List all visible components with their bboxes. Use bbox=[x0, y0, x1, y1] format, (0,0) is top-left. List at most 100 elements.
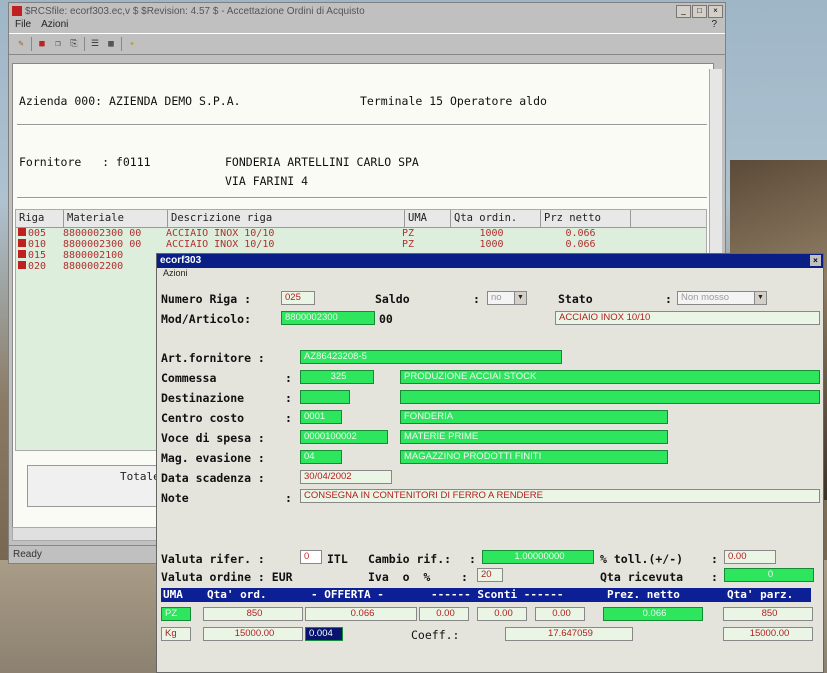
commessa-label: Commessa bbox=[161, 371, 217, 385]
row1-sconto1-field[interactable]: 0.00 bbox=[419, 607, 469, 621]
header-prez-netto: Prez. netto bbox=[607, 588, 680, 601]
grid-header: Riga Materiale Descrizione riga UMA Qta … bbox=[16, 210, 706, 228]
chevron-down-icon[interactable]: ▼ bbox=[754, 292, 766, 304]
row1-offerta-field[interactable]: 0.066 bbox=[305, 607, 417, 621]
commessa-code-field[interactable]: 325 bbox=[300, 370, 374, 384]
table-row[interactable]: 010 8800002300 00 ACCIAIO INOX 10/10 PZ 1000… bbox=[16, 239, 706, 250]
toolbar: ✎ ■ ❐ ⎘ ☰ ▦ ✦ bbox=[9, 33, 725, 55]
table-cell-text: 0.066 bbox=[565, 228, 596, 239]
cambio-rif-field[interactable]: 1.00000000 bbox=[482, 550, 594, 564]
row1-prez-netto-field[interactable]: 0.066 bbox=[603, 607, 703, 621]
voce-spesa-label: Voce di spesa : bbox=[161, 431, 265, 445]
table-cell-materiale: 8800002200 bbox=[63, 261, 166, 272]
app-icon bbox=[12, 6, 22, 16]
window-controls: _ □ × bbox=[676, 5, 723, 18]
totale-label: Totale bbox=[120, 470, 160, 483]
note-label: Note bbox=[161, 491, 189, 505]
row2-qta-parz-field[interactable]: 15000.00 bbox=[723, 627, 813, 641]
menu-file[interactable]: File bbox=[15, 19, 31, 33]
row1-qta-ord-field[interactable]: 850 bbox=[203, 607, 303, 621]
mod-articolo-field[interactable]: 8800002300 bbox=[281, 311, 375, 325]
dialog-titlebar[interactable]: ecorf303 × bbox=[157, 254, 823, 268]
paste-icon[interactable]: ⎘ bbox=[68, 38, 80, 50]
toolbar-separator bbox=[121, 37, 122, 51]
stato-select[interactable]: Non mosso ▼ bbox=[677, 291, 767, 305]
grid-icon[interactable]: ▦ bbox=[105, 38, 117, 50]
iva-field[interactable]: 20 bbox=[477, 568, 503, 582]
table-cell-riga: 005 bbox=[16, 228, 63, 239]
voce-spesa-description: MATERIE PRIME bbox=[400, 430, 668, 444]
stop-icon[interactable]: ■ bbox=[36, 38, 48, 50]
col-qta[interactable]: Qta ordin. bbox=[451, 210, 541, 227]
col-descrizione[interactable]: Descrizione riga bbox=[168, 210, 405, 227]
row2-uma-field[interactable]: Kg bbox=[161, 627, 191, 641]
header-divider bbox=[17, 124, 707, 126]
row1-qta-parz-field[interactable]: 850 bbox=[723, 607, 813, 621]
fornitore-label: Fornitore : f0111 bbox=[19, 155, 151, 169]
note-field[interactable]: CONSEGNA IN CONTENITORI DI FERRO A RENDE… bbox=[300, 489, 820, 503]
table-cell-text: 005 bbox=[28, 228, 47, 239]
table-cell-riga: 010 bbox=[16, 239, 63, 250]
mag-evasione-code-field[interactable]: 04 bbox=[300, 450, 342, 464]
tolleranza-field[interactable]: 0.00 bbox=[724, 550, 776, 564]
help-icon[interactable]: ✦ bbox=[126, 38, 138, 50]
menu-azioni[interactable]: Azioni bbox=[41, 19, 68, 33]
dialog-menu-azioni[interactable]: Azioni bbox=[157, 268, 823, 280]
table-cell-materiale: 8800002300 00 bbox=[63, 228, 166, 239]
table-cell-text: 8800002300 00 bbox=[63, 239, 142, 250]
destinazione-code-field[interactable] bbox=[300, 390, 350, 404]
copy-icon[interactable]: ❐ bbox=[52, 38, 64, 50]
row2-offerta-field[interactable]: 0.004 bbox=[305, 627, 343, 641]
saldo-select[interactable]: no ▼ bbox=[487, 291, 527, 305]
maximize-button[interactable]: □ bbox=[692, 5, 707, 18]
stato-value: Non mosso bbox=[681, 292, 730, 303]
col-materiale[interactable]: Materiale bbox=[64, 210, 168, 227]
mag-evasione-label: Mag. evasione : bbox=[161, 451, 265, 465]
destinazione-description bbox=[400, 390, 820, 404]
row2-qta-ord-field[interactable]: 15000.00 bbox=[203, 627, 303, 641]
centro-costo-code-field[interactable]: 0001 bbox=[300, 410, 342, 424]
table-cell-uma: PZ bbox=[402, 239, 447, 250]
row1-sconto2-field[interactable]: 0.00 bbox=[477, 607, 527, 621]
totale-box: Totale bbox=[27, 465, 169, 507]
fornitore-address: VIA FARINI 4 bbox=[225, 174, 309, 188]
qta-ricevuta-colon: : bbox=[711, 570, 718, 584]
coeff-field[interactable]: 17.647059 bbox=[505, 627, 633, 641]
row1-sconto3-field[interactable]: 0.00 bbox=[535, 607, 585, 621]
art-fornitore-field[interactable]: AZ86423208-5 bbox=[300, 350, 562, 364]
toolbar-separator bbox=[84, 37, 85, 51]
save-icon[interactable]: ✎ bbox=[15, 38, 27, 50]
header-offerta: - OFFERTA - bbox=[311, 588, 384, 601]
valuta-ordine-label: Valuta ordine : EUR bbox=[161, 570, 293, 584]
table-cell-riga: 015 bbox=[16, 250, 63, 261]
col-prz[interactable]: Prz netto bbox=[541, 210, 631, 227]
dialog-title: ecorf303 bbox=[160, 255, 202, 266]
table-cell-text: 015 bbox=[28, 250, 47, 261]
numero-riga-field[interactable]: 025 bbox=[281, 291, 315, 305]
main-titlebar[interactable]: $RCSfile: ecorf303.ec,v $ $Revision: 4.5… bbox=[9, 3, 725, 19]
table-cell-prz: 0.066 bbox=[536, 239, 625, 250]
valuta-rif-field[interactable]: 0 bbox=[300, 550, 322, 564]
row1-uma-field[interactable]: PZ bbox=[161, 607, 191, 621]
stato-label: Stato bbox=[558, 292, 593, 306]
row-status-icon bbox=[18, 239, 26, 247]
menu-help[interactable]: ? bbox=[711, 19, 717, 30]
col-riga[interactable]: Riga bbox=[16, 210, 64, 227]
qta-ricevuta-field[interactable]: 0 bbox=[724, 568, 814, 582]
valuta-rif-code: ITL bbox=[327, 552, 348, 566]
table-cell-text: 8800002300 00 bbox=[63, 228, 142, 239]
table-cell-riga: 020 bbox=[16, 261, 63, 272]
table-row[interactable]: 005 8800002300 00 ACCIAIO INOX 10/10 PZ 1000… bbox=[16, 228, 706, 239]
find-icon[interactable]: ☰ bbox=[89, 38, 101, 50]
table-cell-text: 1000 bbox=[479, 239, 504, 250]
col-uma[interactable]: UMA bbox=[405, 210, 451, 227]
commessa-description: PRODUZIONE ACCIAI STOCK bbox=[400, 370, 820, 384]
data-scadenza-field[interactable]: 30/04/2002 bbox=[300, 470, 392, 484]
minimize-button[interactable]: _ bbox=[676, 5, 691, 18]
voce-spesa-code-field[interactable]: 0000100002 bbox=[300, 430, 388, 444]
mod-articolo-description: ACCIAIO INOX 10/10 bbox=[555, 311, 820, 325]
chevron-down-icon[interactable]: ▼ bbox=[514, 292, 526, 304]
dialog-close-button[interactable]: × bbox=[810, 255, 821, 266]
main-horizontal-scrollbar[interactable] bbox=[12, 527, 164, 541]
close-button[interactable]: × bbox=[708, 5, 723, 18]
